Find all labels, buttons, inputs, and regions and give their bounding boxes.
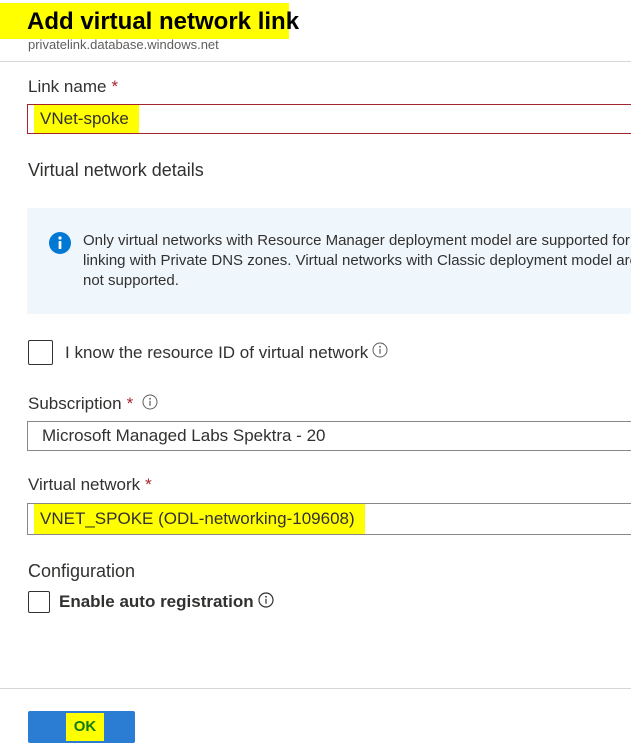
subscription-value: Microsoft Managed Labs Spektra - 20: [42, 426, 326, 445]
info-circle-filled-icon: [49, 232, 71, 259]
link-name-label-row: Link name *: [28, 77, 118, 97]
info-circle-outline-icon[interactable]: [372, 342, 388, 363]
resource-id-checkbox-row[interactable]: I know the resource ID of virtual networ…: [28, 340, 388, 365]
required-asterisk: *: [145, 475, 152, 494]
virtual-network-dropdown[interactable]: VNET_SPOKE (ODL-networking-109608): [27, 503, 631, 535]
ok-button-label: OK: [66, 713, 104, 741]
virtual-network-details-heading: Virtual network details: [28, 160, 204, 180]
panel-title: Add virtual network link: [27, 8, 300, 35]
header-divider: [0, 61, 631, 62]
subscription-label: Subscription: [28, 394, 122, 413]
virtual-network-label-row: Virtual network *: [28, 475, 152, 495]
auto-registration-row[interactable]: Enable auto registration: [28, 591, 274, 613]
panel-subtitle: privatelink.database.windows.net: [28, 37, 219, 52]
resource-id-checkbox-label: I know the resource ID of virtual networ…: [65, 342, 369, 362]
configuration-heading: Configuration: [28, 561, 136, 581]
virtual-network-value: VNET_SPOKE (ODL-networking-109608): [34, 504, 365, 534]
subscription-dropdown[interactable]: Microsoft Managed Labs Spektra - 20: [27, 421, 631, 451]
virtual-network-label: Virtual network: [28, 475, 141, 494]
info-circle-outline-icon[interactable]: [142, 394, 158, 415]
link-name-label: Link name: [28, 77, 107, 96]
resource-id-checkbox[interactable]: [28, 340, 53, 365]
required-asterisk: *: [111, 77, 119, 96]
footer-divider: [0, 688, 631, 689]
info-circle-outline-icon[interactable]: [257, 591, 274, 613]
ok-button[interactable]: OK: [28, 711, 135, 743]
info-banner: Only virtual networks with Resource Mana…: [27, 208, 631, 314]
auto-registration-label: Enable auto registration: [59, 592, 254, 611]
required-asterisk: *: [126, 394, 134, 413]
subscription-label-row: Subscription *: [28, 394, 158, 415]
link-name-value: VNet-spoke: [34, 105, 139, 133]
link-name-input[interactable]: VNet-spoke: [27, 104, 631, 134]
auto-registration-checkbox[interactable]: [28, 591, 50, 613]
info-banner-message: Only virtual networks with Resource Mana…: [83, 232, 631, 289]
